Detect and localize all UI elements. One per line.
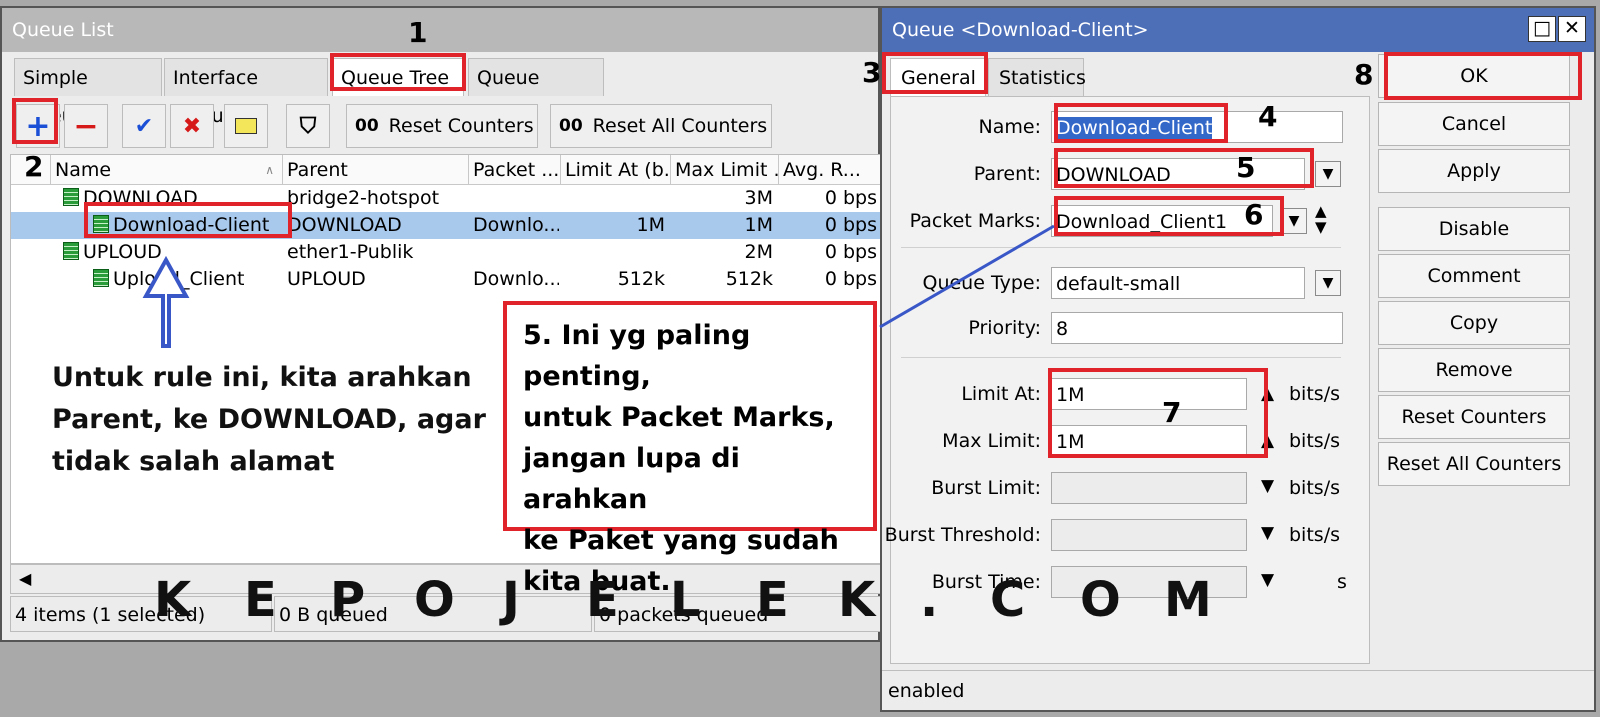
up-arrow-icon <box>142 255 190 348</box>
watermark-letter: . <box>920 572 939 628</box>
note-line-2: Parent, ke DOWNLOAD, agar <box>52 404 486 435</box>
note-line-3: tidak salah alamat <box>52 446 335 477</box>
watermark-letter: L <box>670 572 701 628</box>
watermark-letter: O <box>414 572 455 628</box>
watermark-letter: E <box>244 572 277 628</box>
watermark-letter: M <box>1164 572 1212 628</box>
watermark-letter: E <box>586 572 619 628</box>
callout-line-1: 5. Ini yg paling penting, <box>523 320 751 392</box>
note-line-1: Untuk rule ini, kita arahkan <box>52 362 472 393</box>
callout-box: 5. Ini yg paling penting, untuk Packet M… <box>503 301 877 597</box>
watermark-letter: O <box>1080 572 1121 628</box>
watermark-letter: C <box>990 572 1026 628</box>
watermark-letter: P <box>330 572 366 628</box>
watermark-letter: E <box>756 572 789 628</box>
watermark-letter: K <box>154 572 192 628</box>
callout-line-3: jangan lupa di arahkan <box>523 443 740 515</box>
callout-line-4: ke Paket yang sudah <box>523 525 839 556</box>
pointer-line <box>879 224 1055 329</box>
callout-line-2: untuk Packet Marks, <box>523 402 835 433</box>
watermark-letter: K <box>838 572 876 628</box>
watermark-letter: J <box>502 572 520 628</box>
